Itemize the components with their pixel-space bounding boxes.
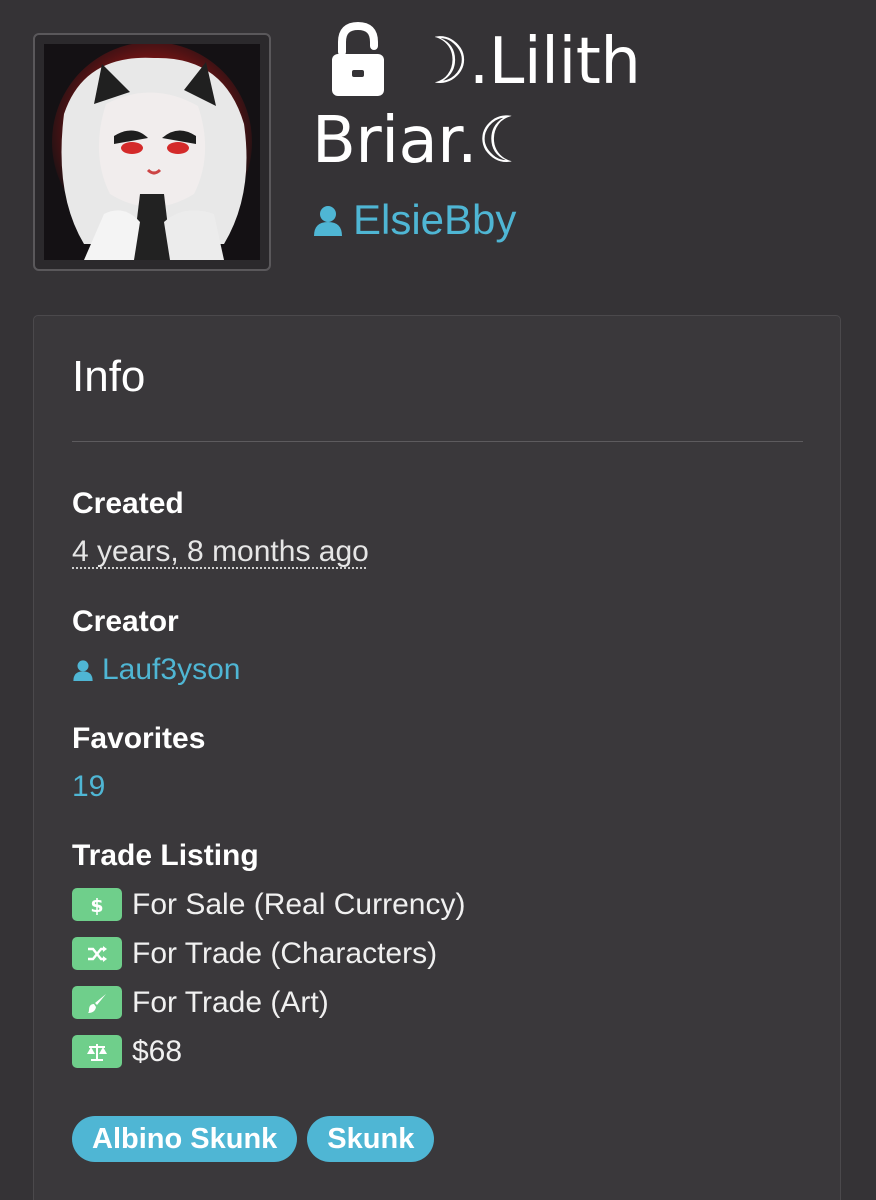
info-divider xyxy=(72,441,803,442)
creator-link[interactable]: Lauf3yson xyxy=(72,652,240,688)
trade-listing-label: Trade Listing xyxy=(72,839,259,872)
character-name-line2: Briar.☾ xyxy=(312,104,534,178)
favorites-label: Favorites xyxy=(72,722,206,755)
owner-name[interactable]: ElsieBby xyxy=(353,196,516,244)
created-label: Created xyxy=(72,487,184,520)
trade-item-label: $68 xyxy=(132,1034,183,1068)
character-name-line1: ☽.Lilith xyxy=(412,25,641,99)
scale-icon xyxy=(72,1035,122,1068)
trade-item-label: For Trade (Characters) xyxy=(132,936,438,970)
character-header: ☽.Lilith Briar.☾ ElsieBby xyxy=(312,22,852,244)
owner-link[interactable]: ElsieBby xyxy=(312,196,852,244)
user-icon xyxy=(314,206,342,236)
character-avatar-image[interactable] xyxy=(44,44,260,260)
trade-item-label: For Sale (Real Currency) xyxy=(132,887,466,921)
trade-listing-field: Trade Listing $ For Sale (Real Currency) xyxy=(72,838,465,1076)
creator-name[interactable]: Lauf3yson xyxy=(102,652,240,688)
trade-item-for-sale: $ For Sale (Real Currency) xyxy=(72,880,465,929)
paintbrush-icon xyxy=(72,986,122,1019)
tag-albino-skunk[interactable]: Albino Skunk xyxy=(72,1116,298,1162)
trade-item-price: $68 xyxy=(72,1027,465,1076)
favorites-count[interactable]: 19 xyxy=(72,769,205,805)
info-card: Info Created 4 years, 8 months ago Creat… xyxy=(33,315,841,1200)
character-avatar-frame[interactable] xyxy=(33,33,271,271)
trade-item-for-trade-art: For Trade (Art) xyxy=(72,978,465,1027)
created-value: 4 years, 8 months ago xyxy=(72,535,369,568)
shuffle-icon xyxy=(72,937,122,970)
user-icon xyxy=(73,660,93,681)
trade-listing-list: $ For Sale (Real Currency) For Trade (Ch… xyxy=(72,880,465,1076)
svg-text:$: $ xyxy=(90,895,103,916)
creator-label: Creator xyxy=(72,605,179,638)
character-name: ☽.Lilith Briar.☾ xyxy=(312,22,852,180)
tag-skunk[interactable]: Skunk xyxy=(307,1116,435,1162)
species-tags: Albino Skunk Skunk xyxy=(72,1116,435,1162)
favorites-field: Favorites 19 xyxy=(72,721,205,805)
character-page: ☽.Lilith Briar.☾ ElsieBby Info Created 4… xyxy=(0,0,876,1200)
trade-item-for-trade-characters: For Trade (Characters) xyxy=(72,929,465,978)
unlocked-lock-icon xyxy=(332,22,384,96)
dollar-icon: $ xyxy=(72,888,122,921)
trade-item-label: For Trade (Art) xyxy=(132,985,329,1019)
created-field: Created 4 years, 8 months ago xyxy=(72,486,369,570)
creator-field: Creator Lauf3yson xyxy=(72,604,240,688)
info-heading: Info xyxy=(72,352,146,401)
